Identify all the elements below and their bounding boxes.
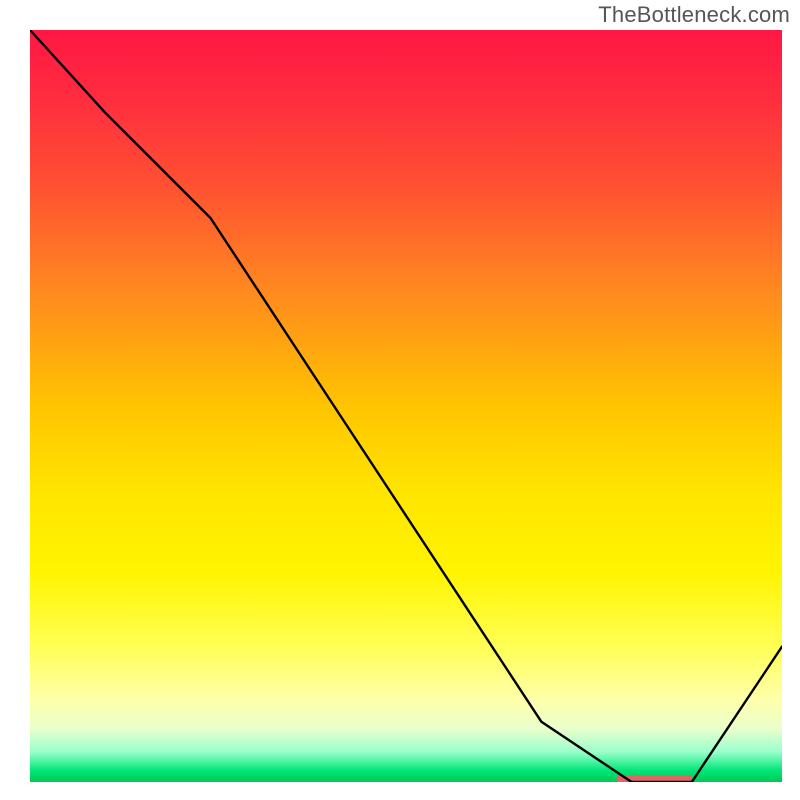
watermark-text: TheBottleneck.com bbox=[598, 2, 790, 28]
gradient-background bbox=[30, 30, 782, 782]
chart-figure: TheBottleneck.com bbox=[0, 0, 800, 800]
chart-svg bbox=[30, 30, 782, 782]
plot-area bbox=[30, 30, 782, 782]
